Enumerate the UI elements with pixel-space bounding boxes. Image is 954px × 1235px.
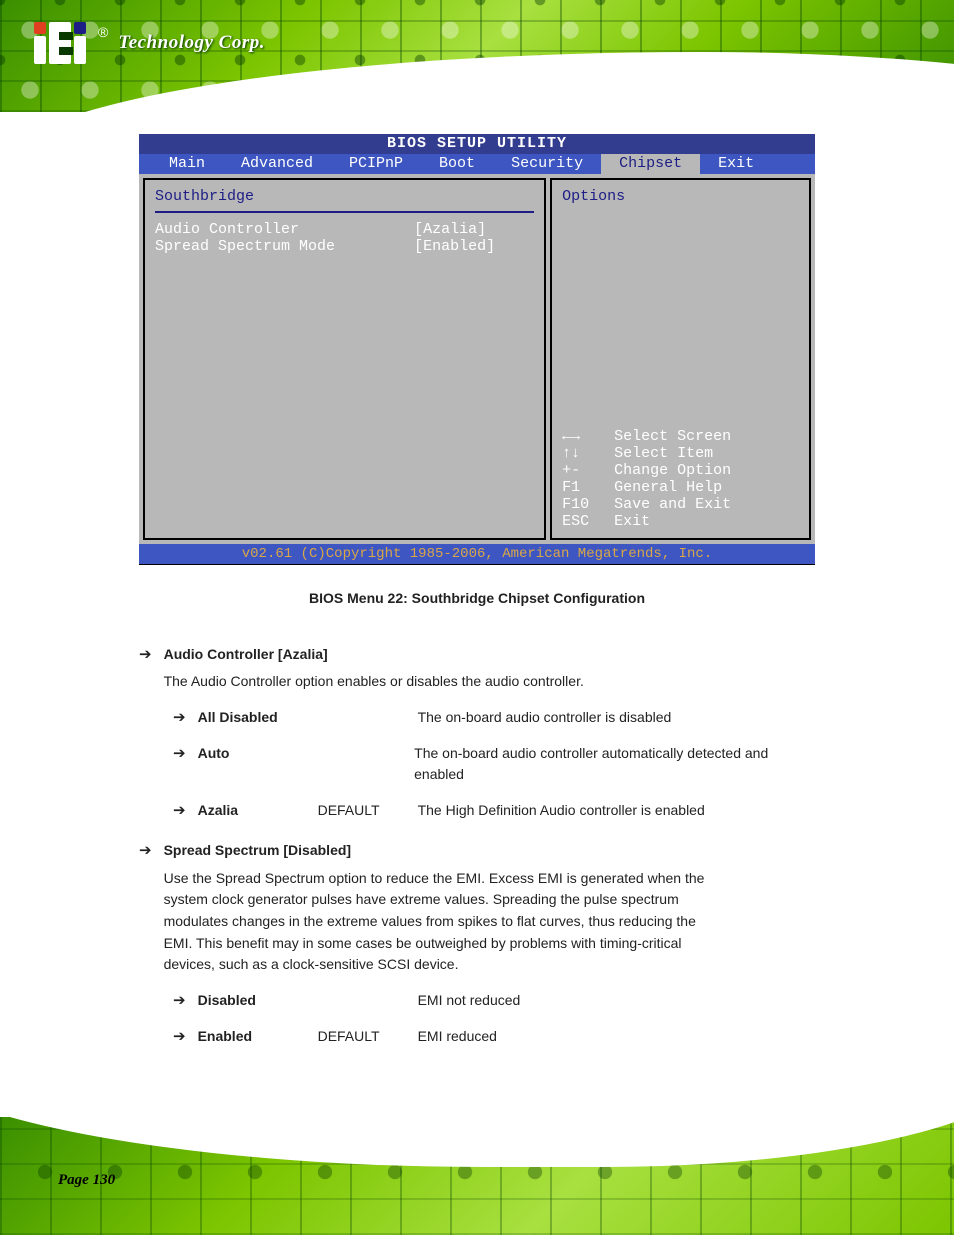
section-spread-spectrum: ➔ Spread Spectrum [Disabled] Use the Spr… [139, 840, 815, 976]
bios-tab-boot[interactable]: Boot [421, 154, 493, 174]
registered-icon: ® [98, 24, 108, 40]
brand-logo: ® Technology Corp. [34, 22, 265, 64]
bios-option-row[interactable]: Spread Spectrum Mode [Enabled] [155, 238, 534, 255]
option-value: [Azalia] [414, 221, 534, 238]
bios-title: BIOS SETUP UTILITY [139, 134, 815, 154]
section-head: Spread Spectrum [Disabled] [164, 840, 724, 862]
section-audio-controller: ➔ Audio Controller [Azalia] The Audio Co… [139, 644, 815, 693]
option-label: Audio Controller [155, 221, 414, 238]
bios-tab-exit[interactable]: Exit [700, 154, 772, 174]
divider [155, 211, 534, 213]
arrow-icon: ➔ [173, 800, 186, 822]
page-number: Page 130 [58, 1172, 115, 1189]
options-heading: Options [562, 188, 799, 205]
arrow-icon: ➔ [173, 1026, 186, 1048]
option-disabled: ➔ DisabledEMI not reduced [173, 990, 815, 1012]
arrow-icon: ➔ [139, 840, 152, 976]
help-row: +-Change Option [562, 462, 799, 479]
help-row: ←→Select Screen [562, 428, 799, 445]
option-label: Spread Spectrum Mode [155, 238, 414, 255]
bios-tab-main[interactable]: Main [151, 154, 223, 174]
bios-tab-advanced[interactable]: Advanced [223, 154, 331, 174]
help-row: ESCExit [562, 513, 799, 530]
brand-text: Technology Corp. [118, 32, 265, 54]
bios-left-pane: Southbridge Audio Controller [Azalia] Sp… [143, 178, 546, 540]
section-desc: Use the Spread Spectrum option to reduce… [164, 868, 724, 976]
option-enabled: ➔ EnabledDEFAULTEMI reduced [173, 1026, 815, 1048]
bios-tab-security[interactable]: Security [493, 154, 601, 174]
arrow-icon: ➔ [139, 644, 152, 693]
bios-right-pane: Options ←→Select Screen ↑↓Select Item +-… [550, 178, 811, 540]
footer-circuit-banner [0, 1117, 954, 1235]
bios-tab-chipset[interactable]: Chipset [601, 154, 700, 174]
arrow-icon: ➔ [173, 990, 186, 1012]
section-head: Audio Controller [Azalia] [164, 644, 584, 666]
bios-screenshot: BIOS SETUP UTILITY Main Advanced PCIPnP … [139, 134, 815, 565]
figure-caption: BIOS Menu 22: Southbridge Chipset Config… [139, 588, 815, 610]
document-body: BIOS Menu 22: Southbridge Chipset Config… [139, 588, 815, 1061]
bios-help-list: ←→Select Screen ↑↓Select Item +-Change O… [562, 428, 799, 530]
option-value: [Enabled] [414, 238, 534, 255]
option-auto: ➔ AutoThe on-board audio controller auto… [173, 743, 815, 786]
bios-option-row[interactable]: Audio Controller [Azalia] [155, 221, 534, 238]
arrow-icon: ➔ [173, 707, 186, 729]
logo-glyph [34, 22, 86, 64]
help-row: ↑↓Select Item [562, 445, 799, 462]
bios-footer: v02.61 (C)Copyright 1985-2006, American … [139, 544, 815, 564]
option-azalia: ➔ AzaliaDEFAULTThe High Definition Audio… [173, 800, 815, 822]
option-all-disabled: ➔ All DisabledThe on-board audio control… [173, 707, 815, 729]
help-row: F1General Help [562, 479, 799, 496]
southbridge-heading: Southbridge [155, 188, 534, 211]
bios-tab-pcipnp[interactable]: PCIPnP [331, 154, 421, 174]
bios-tab-bar: Main Advanced PCIPnP Boot Security Chips… [139, 154, 815, 174]
arrow-icon: ➔ [173, 743, 186, 786]
help-row: F10Save and Exit [562, 496, 799, 513]
bios-body: Southbridge Audio Controller [Azalia] Sp… [139, 174, 815, 544]
section-desc: The Audio Controller option enables or d… [164, 671, 584, 693]
